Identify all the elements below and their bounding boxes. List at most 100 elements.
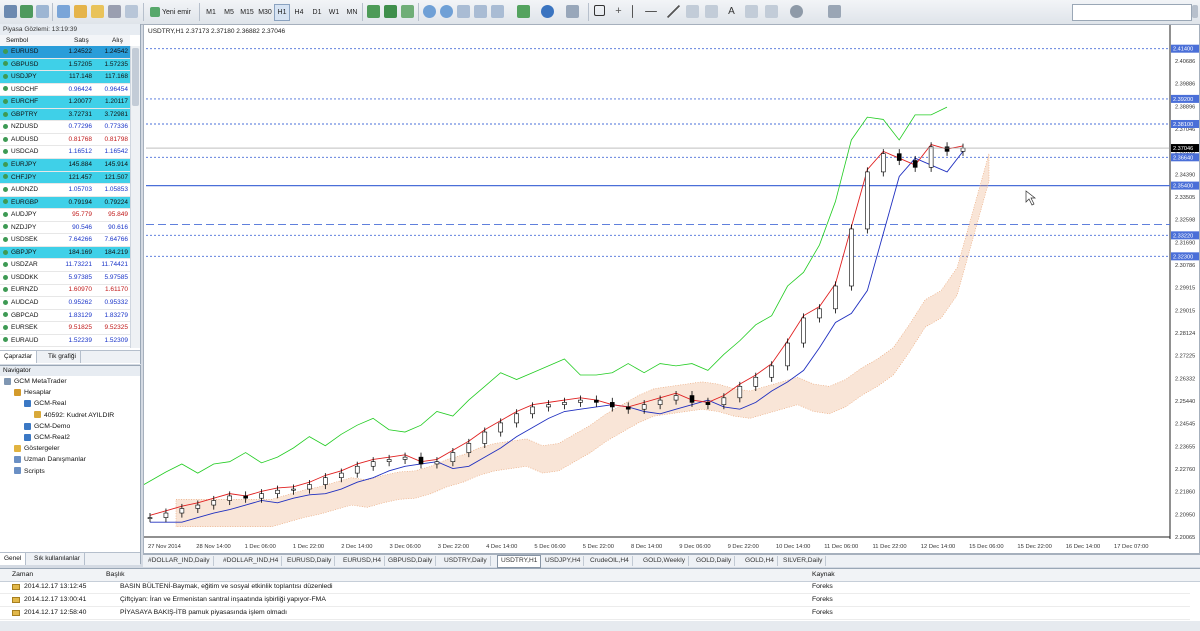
col-bid[interactable]: Satış: [74, 35, 89, 46]
timeframe-m5[interactable]: M5: [221, 4, 237, 21]
chart-window[interactable]: USDTRY,H1 2.37173 2.37180 2.36882 2.3704…: [133, 24, 1200, 554]
market-watch-row[interactable]: AUDNZD 1.05703 1.05853: [0, 184, 130, 197]
navigator-item[interactable]: GCM-Real: [24, 399, 66, 409]
chart-tab[interactable]: SILVER,Daily: [780, 556, 827, 566]
new-order-button[interactable]: Yeni emir: [148, 4, 196, 19]
market-watch-row[interactable]: NZDUSD 0.77296 0.77336: [0, 121, 130, 134]
col-symbol[interactable]: Sembol: [6, 35, 28, 46]
chart-tab[interactable]: USDTRY,H1: [497, 555, 542, 568]
market-watch-row[interactable]: EURCHF 1.20077 1.20117: [0, 96, 130, 109]
tab-general[interactable]: Genel: [0, 553, 27, 565]
market-watch-row[interactable]: AUDJPY 95.779 95.849: [0, 209, 130, 222]
timeframe-w1[interactable]: W1: [326, 4, 342, 21]
search-input[interactable]: [1072, 4, 1192, 21]
col-title[interactable]: Başlık: [106, 569, 125, 581]
market-watch-row[interactable]: GBPTRY 3.72731 3.72981: [0, 108, 130, 122]
market-watch-row[interactable]: USDSEK 7.64266 7.64766: [0, 234, 130, 247]
chart-tab[interactable]: #DOLLAR_IND,Daily: [145, 556, 214, 566]
chart-tab[interactable]: GOLD,H4: [742, 556, 778, 566]
trendline-icon[interactable]: [667, 5, 680, 18]
chart-tab[interactable]: GBPUSD,Daily: [385, 556, 437, 566]
market-watch-row[interactable]: EURJPY 145.884 145.914: [0, 158, 130, 172]
timeframe-m15[interactable]: M15: [238, 4, 256, 21]
navigator-item[interactable]: 40592: Kudret AYILDIR: [34, 411, 114, 421]
market-watch-row[interactable]: USDDKK 5.97385 5.97585: [0, 272, 130, 285]
chart-tab[interactable]: EURUSD,H4: [340, 556, 386, 566]
market-watch-row[interactable]: EURUSD 1.24522 1.24542: [0, 46, 130, 59]
candlestick-icon[interactable]: [384, 5, 397, 18]
templates-icon[interactable]: [566, 5, 579, 18]
market-watch-row[interactable]: USDCAD 1.16512 1.16542: [0, 146, 130, 160]
zoom-out-icon[interactable]: [440, 5, 453, 18]
label-icon[interactable]: [745, 5, 758, 18]
news-row[interactable]: 2014.12.17 13:00:41 Çiftçiyan: İran ve Er…: [0, 594, 1190, 607]
data-window-icon[interactable]: [125, 5, 138, 18]
market-watch-row[interactable]: EURSEK 9.51825 9.52325: [0, 322, 130, 335]
chart-tab[interactable]: USDTRY,Daily: [441, 556, 491, 566]
col-time[interactable]: Zaman: [12, 569, 33, 581]
navigator-item[interactable]: Hesaplar: [14, 388, 51, 398]
tab-favorites[interactable]: Sık kullanılanlar: [30, 553, 85, 565]
navigator-item[interactable]: Göstergeler: [14, 444, 60, 454]
crosshair-icon[interactable]: +: [612, 5, 625, 18]
navigator-icon[interactable]: [74, 5, 87, 18]
price-chart[interactable]: USDTRY,H1 2.37173 2.37180 2.36882 2.3704…: [133, 25, 1199, 553]
line-chart-icon[interactable]: [401, 5, 414, 18]
market-watch-row[interactable]: EURNZD 1.60970 1.61170: [0, 284, 130, 298]
news-row[interactable]: 2014.12.17 12:58:40 PİYASAYA BAKIŞ-İTB pa…: [0, 607, 1190, 620]
tile-windows-icon[interactable]: [457, 5, 470, 18]
market-watch-row[interactable]: EURGBP 0.79194 0.79224: [0, 196, 130, 210]
zoom-in-icon[interactable]: [423, 5, 436, 18]
horizontal-line-icon[interactable]: [645, 11, 657, 12]
cursor-icon[interactable]: [594, 5, 605, 16]
market-watch-row[interactable]: GBPUSD 1.57205 1.57235: [0, 58, 130, 72]
tab-crosses[interactable]: Çaprazlar: [0, 351, 38, 363]
navigator-item[interactable]: GCM-Real2: [24, 433, 70, 443]
market-watch-row[interactable]: CHFJPY 121.457 121.507: [0, 171, 130, 185]
timeframe-m30[interactable]: M30: [256, 4, 274, 21]
timeframe-d1[interactable]: D1: [309, 4, 325, 21]
tester-icon[interactable]: [108, 5, 121, 18]
timeframe-m1[interactable]: M1: [203, 4, 219, 21]
chart-tab[interactable]: USDJPY,H4: [542, 556, 585, 566]
market-watch-row[interactable]: AUDUSD 0.81768 0.81798: [0, 134, 130, 147]
channel-icon[interactable]: [686, 5, 699, 18]
bar-chart-icon[interactable]: [367, 5, 380, 18]
vertical-line-icon[interactable]: [632, 5, 633, 18]
scroll-thumb[interactable]: [132, 48, 139, 106]
market-watch-row[interactable]: EURAUD 1.52239 1.52309: [0, 335, 130, 348]
tab-tick-chart[interactable]: Tik grafiği: [44, 351, 81, 363]
chart-tab[interactable]: GOLD,Daily: [693, 556, 736, 566]
chart-tab[interactable]: CrudeOIL,H4: [587, 556, 633, 566]
timeframe-h1[interactable]: H1: [274, 4, 290, 21]
market-watch-icon[interactable]: [57, 5, 70, 18]
chart-tab[interactable]: GOLD,Weekly: [640, 556, 690, 566]
window-icon[interactable]: [36, 5, 49, 18]
navigator-item[interactable]: Uzman Danışmanlar: [14, 455, 86, 465]
periods-icon[interactable]: [541, 5, 554, 18]
market-watch-row[interactable]: USDZAR 11.73221 11.74421: [0, 259, 130, 272]
shapes-icon[interactable]: [790, 5, 803, 18]
market-watch-row[interactable]: NZDJPY 90.546 90.616: [0, 222, 130, 235]
auto-scroll-icon[interactable]: [491, 5, 504, 18]
market-watch-row[interactable]: GBPJPY 184.169 184.219: [0, 246, 130, 260]
profile-icon[interactable]: [20, 5, 33, 18]
market-watch-row[interactable]: USDJPY 117.148 117.168: [0, 71, 130, 84]
indicators-icon[interactable]: [517, 5, 530, 18]
timeframe-h4[interactable]: H4: [291, 4, 307, 21]
navigator-item[interactable]: GCM-Demo: [24, 422, 70, 432]
navigator-item[interactable]: Scripts: [14, 467, 45, 477]
news-row[interactable]: 2014.12.17 13:12:45 BASIN BÜLTENİ-Baymak,…: [0, 581, 1190, 594]
col-source[interactable]: Kaynak: [812, 569, 835, 581]
market-watch-row[interactable]: GBPCAD 1.83129 1.83279: [0, 310, 130, 323]
file-icon[interactable]: [4, 5, 17, 18]
chart-tab[interactable]: EURUSD,Daily: [284, 556, 336, 566]
fibonacci-icon[interactable]: [705, 5, 718, 18]
market-watch-scrollbar[interactable]: [130, 46, 140, 348]
market-watch-row[interactable]: USDCHF 0.96424 0.96454: [0, 84, 130, 97]
market-watch-row[interactable]: AUDCAD 0.95262 0.95332: [0, 297, 130, 310]
text-icon[interactable]: A: [725, 5, 738, 18]
chart-shift-icon[interactable]: [474, 5, 487, 18]
col-ask[interactable]: Alış: [112, 35, 123, 46]
arrow-icon[interactable]: [765, 5, 778, 18]
